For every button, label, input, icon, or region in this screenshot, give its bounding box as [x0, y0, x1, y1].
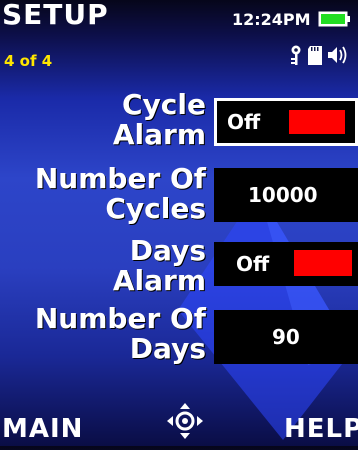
days-alarm-indicator [294, 250, 352, 276]
number-of-days-value: 90 [272, 325, 300, 349]
clock: 12:24PM [232, 10, 311, 29]
main-softkey[interactable]: MAIN [2, 414, 83, 444]
cycle-alarm-value: Off [227, 110, 261, 134]
days-alarm-value: Off [236, 252, 270, 276]
number-of-days-label: Number Of Days [35, 304, 206, 364]
cycle-alarm-label-line1: Cycle [122, 88, 206, 121]
cycle-alarm-label-line2: Alarm [112, 118, 206, 151]
number-of-cycles-label-line1: Number Of [34, 162, 206, 195]
days-alarm-field[interactable]: Off [214, 242, 358, 286]
cycle-alarm-indicator [289, 110, 345, 134]
help-softkey[interactable]: HELP [284, 414, 358, 444]
number-of-days-label-line1: Number Of [34, 302, 206, 335]
speaker-icon [328, 46, 347, 64]
battery-icon [318, 11, 350, 27]
key-icon [291, 45, 301, 65]
sd-card-icon [308, 46, 322, 65]
number-of-cycles-label: Number Of Cycles [35, 164, 206, 224]
screen-title: SETUP [2, 0, 109, 31]
days-alarm-label-line2: Alarm [112, 264, 206, 297]
number-of-cycles-value: 10000 [248, 183, 318, 207]
page-indicator: 4 of 4 [4, 52, 53, 70]
cycle-alarm-field[interactable]: Off [214, 98, 358, 146]
number-of-cycles-label-line2: Cycles [105, 192, 206, 225]
number-of-cycles-field[interactable]: 10000 [214, 168, 358, 222]
number-of-days-field[interactable]: 90 [214, 310, 358, 364]
navigation-icon[interactable] [166, 402, 204, 440]
cycle-alarm-label: Cycle Alarm [113, 90, 206, 150]
number-of-days-label-line2: Days [129, 332, 206, 365]
days-alarm-label-line1: Days [129, 234, 206, 267]
days-alarm-label: Days Alarm [113, 236, 206, 296]
status-icons [291, 45, 347, 65]
